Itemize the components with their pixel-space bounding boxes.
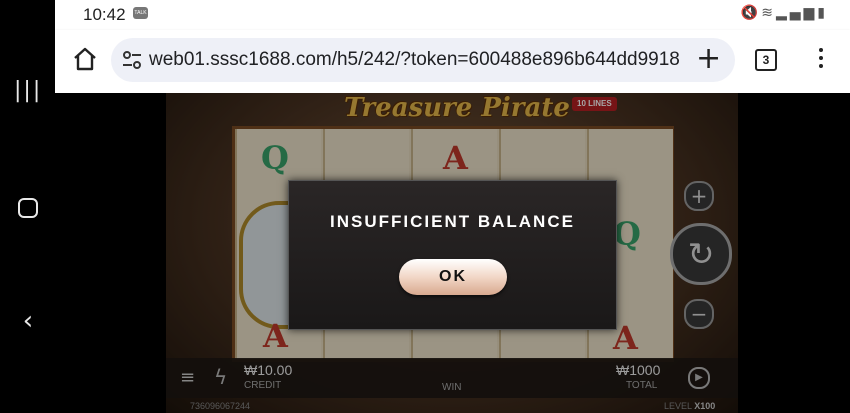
status-icons: 🔇≋▂▄▆▮ (741, 5, 828, 21)
ok-button[interactable]: OK (399, 259, 507, 295)
mute-icon: 🔇 (740, 5, 762, 21)
recent-apps-icon[interactable]: ||| (14, 78, 42, 106)
tab-switcher-button[interactable]: 3 (755, 49, 777, 71)
talk-notification-icon: TALK (133, 7, 148, 19)
back-nav-icon[interactable]: ‹ (14, 306, 42, 336)
clock: 10:42 (83, 5, 126, 24)
browser-toolbar: web01.sssc1688.com/h5/242/?token=600488e… (55, 30, 850, 93)
home-nav-icon[interactable] (14, 195, 42, 223)
android-nav-bar: ||| ‹ (0, 0, 55, 413)
wifi-icon: ≋ (761, 5, 776, 21)
home-icon[interactable] (72, 46, 98, 72)
signal-icon: ▂▄▆ (775, 5, 818, 21)
new-tab-icon[interactable]: + (696, 44, 721, 74)
site-settings-icon[interactable] (121, 50, 143, 70)
dialog-message: INSUFFICIENT BALANCE (330, 212, 575, 231)
insufficient-balance-dialog: INSUFFICIENT BALANCE OK (288, 180, 617, 330)
battery-icon: ▮ (817, 5, 828, 21)
game-letterbox-right (738, 93, 850, 413)
address-bar[interactable]: web01.sssc1688.com/h5/242/?token=600488e… (111, 38, 735, 82)
more-options-icon[interactable] (819, 48, 825, 72)
status-bar: 10:42 TALK 🔇≋▂▄▆▮ (55, 0, 850, 30)
game-letterbox-left (55, 93, 166, 413)
url-text[interactable]: web01.sssc1688.com/h5/242/?token=600488e… (149, 49, 680, 71)
